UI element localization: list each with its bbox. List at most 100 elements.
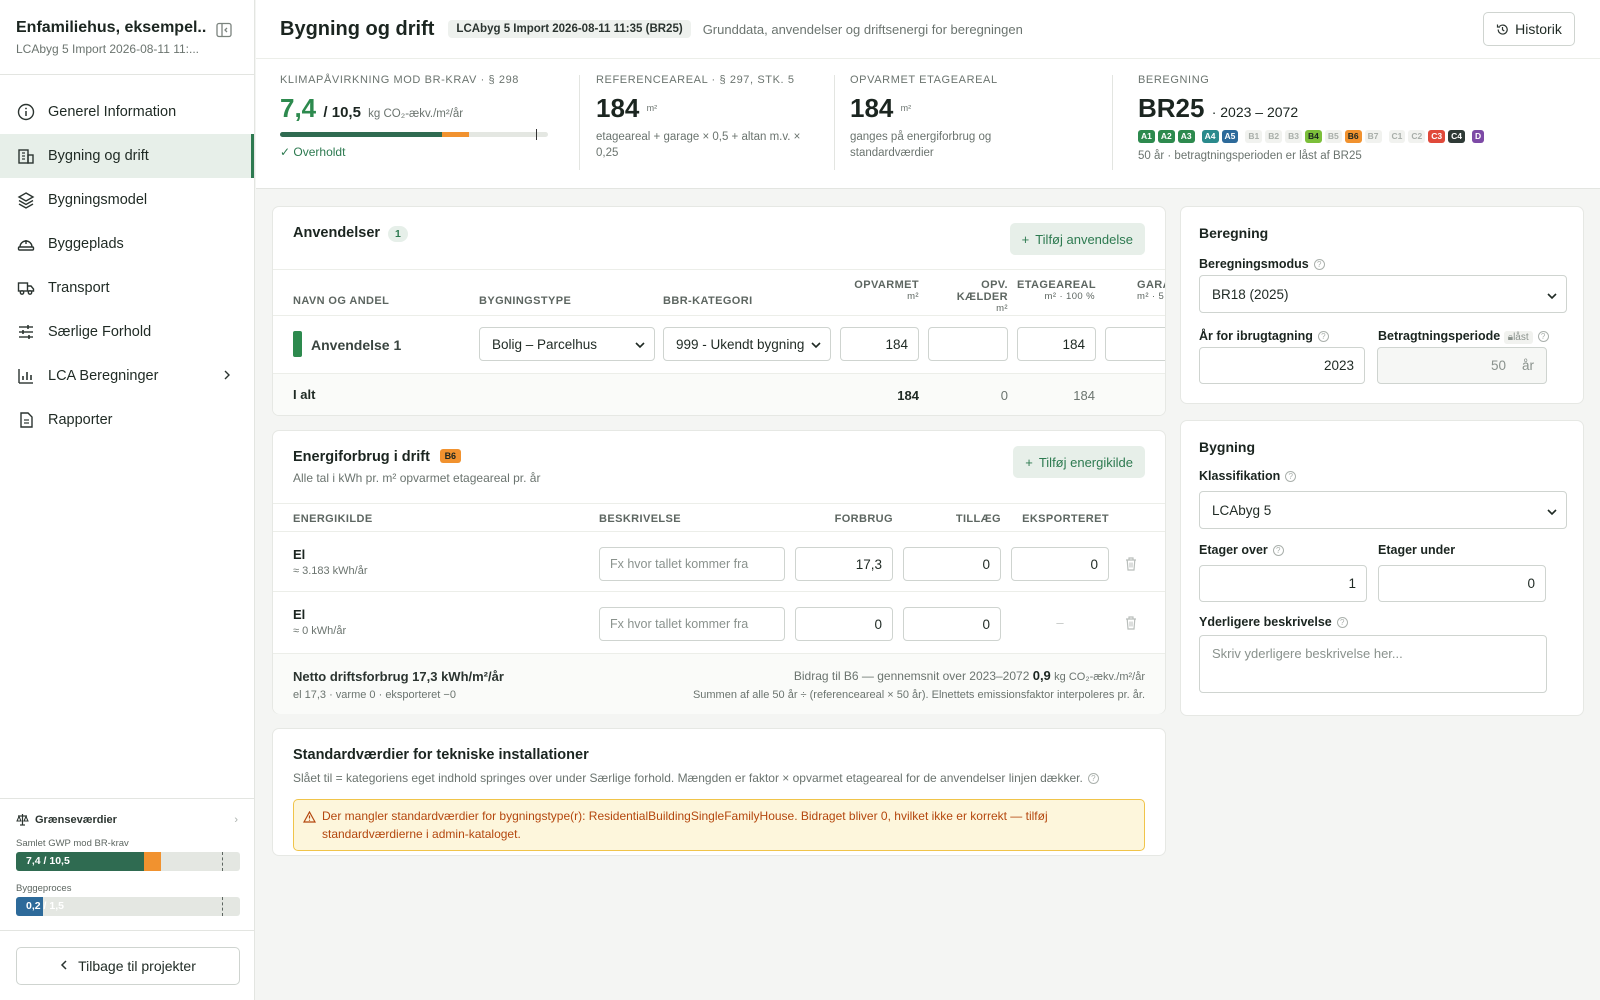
help-icon[interactable]: ? — [1087, 773, 1099, 784]
standard-desc: Slået til = kategoriens eget indhold spr… — [293, 771, 1099, 785]
trash-icon[interactable] — [1124, 556, 1138, 574]
sidebar-item-label: Generel Information — [48, 104, 177, 120]
add-energy-source-button[interactable]: + Tilføj energikilde — [1013, 446, 1145, 478]
total-heated: 184 — [897, 388, 919, 403]
use-input[interactable]: 17,3 — [795, 547, 893, 581]
phase-c4: C4 — [1448, 130, 1465, 143]
description-label: Yderligere beskrivelse? — [1199, 615, 1348, 629]
gwp-limit-bar: 7,4 / 10,5 — [16, 852, 240, 871]
sidebar-item-rapporter[interactable]: Rapporter — [0, 398, 254, 442]
description-input[interactable]: Fx hvor tallet kommer fra — [599, 607, 785, 641]
gwp-limit: / 10,5 — [323, 104, 361, 121]
use-input[interactable]: 0 — [795, 607, 893, 641]
floors-above-input[interactable]: 1 — [1199, 565, 1367, 602]
sidebar-item-byggeplads[interactable]: Byggeplads — [0, 222, 254, 266]
help-icon[interactable]: ? — [1272, 545, 1284, 556]
limit-marker — [536, 129, 537, 140]
help-icon[interactable]: ? — [1537, 331, 1549, 342]
calculation-panel: Beregning Beregningsmodus? BR18 (2025) Å… — [1180, 206, 1584, 404]
uses-count-badge: 1 — [388, 226, 408, 242]
floors-below-input[interactable]: 0 — [1378, 565, 1546, 602]
export-input[interactable]: 0 — [1011, 547, 1109, 581]
sidebar-item-bygning-og-drift[interactable]: Bygning og drift — [0, 134, 254, 178]
collapse-sidebar-icon[interactable] — [216, 22, 232, 38]
heated-value: 184 — [850, 93, 894, 123]
gwp-unit: kg CO₂-ækv./m²/år — [368, 108, 464, 120]
sidebar-item-label: Rapporter — [48, 412, 113, 428]
sidebar-item-saerlige-forhold[interactable]: Særlige Forhold — [0, 310, 254, 354]
col-garage: GARAm² · 5 — [1137, 279, 1165, 302]
floor-area-input[interactable]: 184 — [1017, 327, 1096, 361]
description-textarea[interactable]: Skriv yderligere beskrivelse her... — [1199, 635, 1547, 693]
bbr-category-select[interactable]: 999 - Ukendt bygning — [663, 327, 831, 361]
calculation-mode-select[interactable]: BR18 (2025) — [1199, 275, 1567, 313]
back-label: Tilbage til projekter — [78, 958, 196, 974]
gwp-limit-label: Samlet GWP mod BR-krav — [16, 838, 129, 849]
phase-d: D — [1472, 130, 1485, 143]
col-basement: OPV. KÆLDER m² — [928, 279, 1008, 314]
trash-icon[interactable] — [1124, 615, 1138, 633]
warning-text: Der mangler standardværdier for bygnings… — [322, 809, 1048, 841]
standard-values-card: Standardværdier for tekniske installatio… — [272, 728, 1166, 856]
sidebar-item-lca-beregninger[interactable]: LCA Beregninger — [0, 354, 254, 398]
ref-value: 184 — [596, 93, 640, 123]
phase-b3: B3 — [1285, 130, 1302, 143]
phase-a5: A5 — [1221, 130, 1239, 143]
help-icon[interactable]: ? — [1336, 617, 1348, 628]
extra-input[interactable]: 0 — [903, 547, 1001, 581]
period-input: 50 år — [1377, 347, 1547, 384]
help-icon[interactable]: ? — [1313, 259, 1325, 270]
extra-input[interactable]: 0 — [903, 607, 1001, 641]
sidebar-item-label: LCA Beregninger — [48, 368, 159, 384]
total-basement: 0 — [1000, 388, 1008, 403]
energy-summary — [273, 654, 1165, 714]
period-value: 50 — [1490, 358, 1506, 373]
add-energy-label: Tilføj energikilde — [1038, 454, 1133, 470]
garage-area-input[interactable] — [1105, 327, 1165, 361]
classification-label: Klassifikation? — [1199, 469, 1297, 483]
phase-b5: B5 — [1324, 130, 1342, 143]
col-use: FORBRUG — [834, 513, 893, 525]
mode-label: Beregningsmodus? — [1199, 257, 1325, 271]
history-icon — [1496, 23, 1509, 36]
stat-desc: ganges på energiforbrug og standardværdi… — [850, 131, 992, 159]
year-input[interactable]: 2023 — [1199, 347, 1365, 384]
add-use-button[interactable]: + Tilføj anvendelse — [1009, 223, 1145, 255]
col-floor-unit: m² · 100 % — [1044, 291, 1095, 302]
sidebar-item-bygningsmodel[interactable]: Bygningsmodel — [0, 178, 254, 222]
page-subtitle: Grunddata, anvendelser og driftsenergi f… — [702, 21, 1023, 37]
phase-c2: C2 — [1408, 130, 1426, 143]
gwp-value: 7,4 — [280, 93, 317, 123]
b6-badge: B6 — [439, 449, 462, 463]
description-label-text: Yderligere beskrivelse — [1199, 615, 1332, 629]
sidebar-item-generel-information[interactable]: Generel Information — [0, 90, 254, 134]
basement-area-input[interactable] — [928, 327, 1008, 361]
page-title: Bygning og drift — [280, 17, 435, 40]
help-icon[interactable]: ? — [1285, 471, 1297, 482]
process-limit-label: Byggeproces — [16, 883, 72, 894]
sidebar-item-label: Bygningsmodel — [48, 192, 148, 208]
description-input[interactable]: Fx hvor tallet kommer fra — [599, 547, 785, 581]
use-color-swatch[interactable] — [293, 331, 302, 357]
col-extra: TILLÆG — [955, 513, 1001, 525]
phase-a3: A3 — [1177, 130, 1195, 143]
heated-area-input[interactable]: 184 — [840, 327, 919, 361]
phase-a4: A4 — [1201, 130, 1219, 143]
year-label: År for ibrugtagning? — [1199, 329, 1329, 343]
classification-select[interactable]: LCAbyg 5 — [1199, 491, 1567, 529]
help-icon[interactable]: ? — [1317, 331, 1329, 342]
building-type-value: Bolig – Parcelhus — [492, 336, 598, 352]
back-to-projects-button[interactable]: Tilbage til projekter — [16, 947, 240, 985]
use-name[interactable]: Anvendelse 1 — [311, 337, 401, 353]
sidebar-item-transport[interactable]: Transport — [0, 266, 254, 310]
page-header: Bygning og drift LCAbyg 5 Import 2026-08… — [256, 0, 1600, 58]
sidebar-item-label: Bygning og drift — [48, 148, 149, 164]
building-type-select[interactable]: Bolig – Parcelhus — [479, 327, 655, 361]
energy-source-name: El — [293, 607, 306, 622]
gwp-progress-fill — [280, 132, 443, 137]
limits-header[interactable]: Grænseværdier › — [16, 813, 238, 826]
standard-desc-text: Slået til = kategoriens eget indhold spr… — [293, 771, 1083, 785]
history-button[interactable]: Historik — [1483, 12, 1575, 46]
phase-a1: A1 — [1138, 130, 1155, 143]
period-label-text: Betragtningsperiode — [1378, 329, 1501, 343]
